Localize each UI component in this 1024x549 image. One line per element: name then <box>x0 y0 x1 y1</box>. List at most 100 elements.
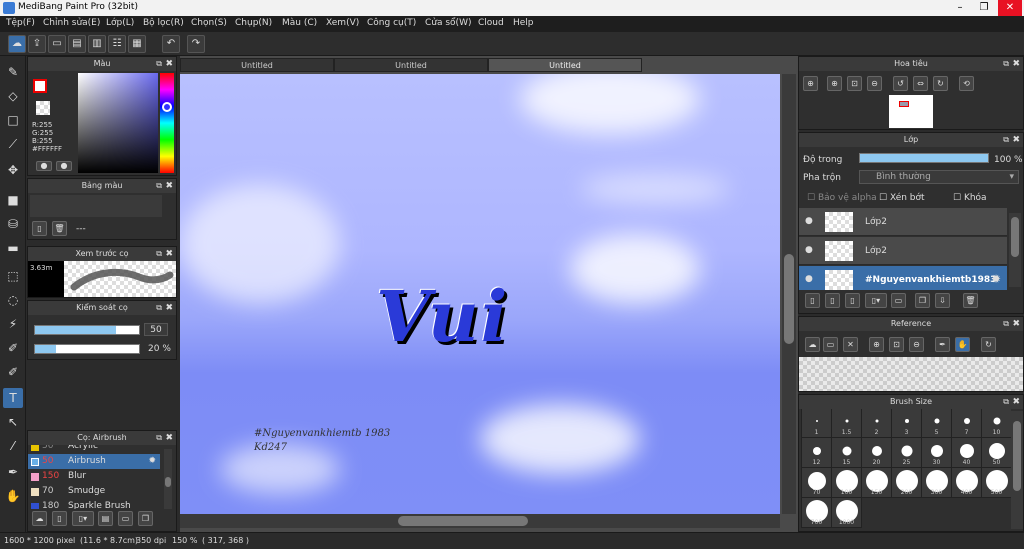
brush-item-acrylic[interactable]: 50 Acrylic <box>28 445 160 454</box>
menu-window[interactable]: Cửa sổ(W) <box>425 18 471 28</box>
menu-select[interactable]: Chọn(S) <box>191 18 227 28</box>
brush-size-option[interactable]: 3 <box>891 409 922 438</box>
rotate-left-icon[interactable]: ↺ <box>893 76 908 91</box>
brush-size-option[interactable]: 1.5 <box>831 409 862 438</box>
eyedropper-icon[interactable]: ✒ <box>935 337 950 352</box>
clipping-checkbox[interactable]: ☐ Xén bớt <box>879 193 925 203</box>
foreground-swatch[interactable] <box>33 79 47 93</box>
new-brush-icon[interactable]: ▯ <box>52 511 67 526</box>
brush-size-option[interactable]: 1 <box>801 409 832 438</box>
background-swatch[interactable] <box>36 101 50 115</box>
rotate-icon[interactable]: ↻ <box>981 337 996 352</box>
close-icon[interactable]: ✖ <box>165 179 173 193</box>
brush-size-option[interactable]: 300 <box>921 467 952 498</box>
brush-size-option[interactable]: 7 <box>951 409 982 438</box>
brush-size-option[interactable]: 500 <box>981 467 1011 498</box>
magic-wand-icon[interactable]: ⚡ <box>3 314 23 334</box>
menu-edit[interactable]: Chỉnh sửa(E) <box>43 18 100 28</box>
close-icon[interactable]: ✖ <box>1012 133 1020 147</box>
new-layer-icon[interactable]: ▯ <box>805 293 820 308</box>
duplicate-brush-icon[interactable]: ❐ <box>138 511 153 526</box>
reset-icon[interactable]: ● <box>56 161 72 171</box>
duplicate-layer-icon[interactable]: ❐ <box>915 293 930 308</box>
brush-size-option[interactable]: 50 <box>981 437 1011 468</box>
brush-size-option[interactable]: 1000 <box>831 497 862 528</box>
brush-size-option[interactable]: 40 <box>951 437 982 468</box>
fit-icon[interactable]: ⊡ <box>847 76 862 91</box>
swap-icon[interactable]: ● <box>36 161 52 171</box>
move-tool-icon[interactable]: ✥ <box>3 160 23 180</box>
blend-mode-select[interactable]: Bình thường ▾ <box>859 170 1019 184</box>
menu-cloud[interactable]: Cloud <box>478 18 504 28</box>
fill-rect-tool-icon[interactable]: ■ <box>3 190 23 210</box>
brush-size-option[interactable]: 400 <box>951 467 982 498</box>
zoom-in-icon[interactable]: ⊕ <box>869 337 884 352</box>
text-tool-icon[interactable]: T <box>3 388 23 408</box>
close-icon[interactable]: ✖ <box>165 431 173 445</box>
palette-list[interactable] <box>30 195 162 217</box>
tab-document-1[interactable]: Untitled <box>180 58 334 72</box>
canvas-horizontal-scrollbar[interactable] <box>180 514 780 528</box>
rotate-right-icon[interactable]: ↻ <box>933 76 948 91</box>
delete-layer-icon[interactable]: 🗑 <box>963 293 978 308</box>
brush-size-option[interactable]: 5 <box>921 409 952 438</box>
delete-palette-icon[interactable]: 🗑 <box>52 221 67 236</box>
minimize-button[interactable]: – <box>948 0 972 16</box>
brush-size-option[interactable]: 20 <box>861 437 892 468</box>
brush-size-option[interactable]: 100 <box>831 467 862 498</box>
list-icon[interactable]: ☷ <box>108 35 126 53</box>
reset-view-icon[interactable]: ⟲ <box>959 76 974 91</box>
eye-icon[interactable]: ● <box>805 245 813 255</box>
new-layer-alt-icon[interactable]: ▯ <box>825 293 840 308</box>
brush-size-option[interactable]: 150 <box>861 467 892 498</box>
menu-capture[interactable]: Chụp(N) <box>235 18 272 28</box>
zoom-out-icon[interactable]: ⊖ <box>909 337 924 352</box>
layer-scrollbar[interactable] <box>1009 213 1021 287</box>
layer-row[interactable]: ● Lớp2 <box>799 208 1007 236</box>
redo-icon[interactable]: ↷ <box>187 35 205 53</box>
select-pen-icon[interactable]: ✐ <box>3 338 23 358</box>
brush-size-value[interactable]: 50 <box>144 323 168 336</box>
brush-item-blur[interactable]: 150 Blur <box>28 469 160 484</box>
brush-size-option[interactable]: 200 <box>891 467 922 498</box>
eraser-tool-icon[interactable]: ◇ <box>3 86 23 106</box>
new-halftone-icon[interactable]: ▯ <box>845 293 860 308</box>
brush-size-option[interactable]: 2 <box>861 409 892 438</box>
menu-layer[interactable]: Lớp(L) <box>106 18 134 28</box>
select-rect-tool-icon[interactable]: ⬚ <box>3 266 23 286</box>
eyedropper-icon[interactable]: ✒ <box>3 462 23 482</box>
brush-settings-icon[interactable]: ▤ <box>98 511 113 526</box>
zoom-icon[interactable]: ⊕ <box>803 76 818 91</box>
lasso-tool-icon[interactable]: ◌ <box>3 290 23 310</box>
eye-icon[interactable]: ● <box>805 216 813 226</box>
color-picker-square[interactable] <box>78 73 158 173</box>
bucket-tool-icon[interactable]: ⛁ <box>3 214 23 234</box>
menu-tools[interactable]: Công cụ(T) <box>367 18 416 28</box>
brush-tool-icon[interactable]: ✎ <box>3 62 23 82</box>
flip-icon[interactable]: ⇔ <box>913 76 928 91</box>
close-button[interactable]: ✕ <box>998 0 1022 16</box>
brush-item-smudge[interactable]: 70 Smudge <box>28 484 160 499</box>
new-palette-icon[interactable]: ▯ <box>32 221 47 236</box>
layer-folder-icon[interactable]: ▭ <box>891 293 906 308</box>
rectangle-tool-icon[interactable]: □ <box>3 110 23 130</box>
brush-item-airbrush[interactable]: 50 Airbrush ✹ <box>28 454 160 469</box>
hue-handle[interactable] <box>162 102 172 112</box>
gear-icon[interactable]: ✹ <box>148 454 156 469</box>
grid-icon[interactable]: ▦ <box>128 35 146 53</box>
add-layer-menu-icon[interactable]: ▯▾ <box>865 293 887 308</box>
close-icon[interactable]: ✖ <box>165 301 173 315</box>
zoom-out-icon[interactable]: ⊖ <box>867 76 882 91</box>
close-ref-icon[interactable]: ✕ <box>843 337 858 352</box>
hue-slider[interactable] <box>160 73 174 173</box>
dropper-tool-icon[interactable]: ⁄ <box>3 436 23 456</box>
lock-checkbox[interactable]: ☐ Khóa <box>953 193 987 203</box>
brush-size-option[interactable]: 12 <box>801 437 832 468</box>
layer-opacity-slider[interactable] <box>859 153 989 163</box>
brush-size-option[interactable]: 30 <box>921 437 952 468</box>
protect-alpha-checkbox[interactable]: ☐ Bảo vệ alpha <box>807 193 877 203</box>
tab-document-2[interactable]: Untitled <box>334 58 488 72</box>
menu-color[interactable]: Màu (C) <box>282 18 317 28</box>
hand-icon[interactable]: ✋ <box>955 337 970 352</box>
operation-tool-icon[interactable]: ↖ <box>3 412 23 432</box>
